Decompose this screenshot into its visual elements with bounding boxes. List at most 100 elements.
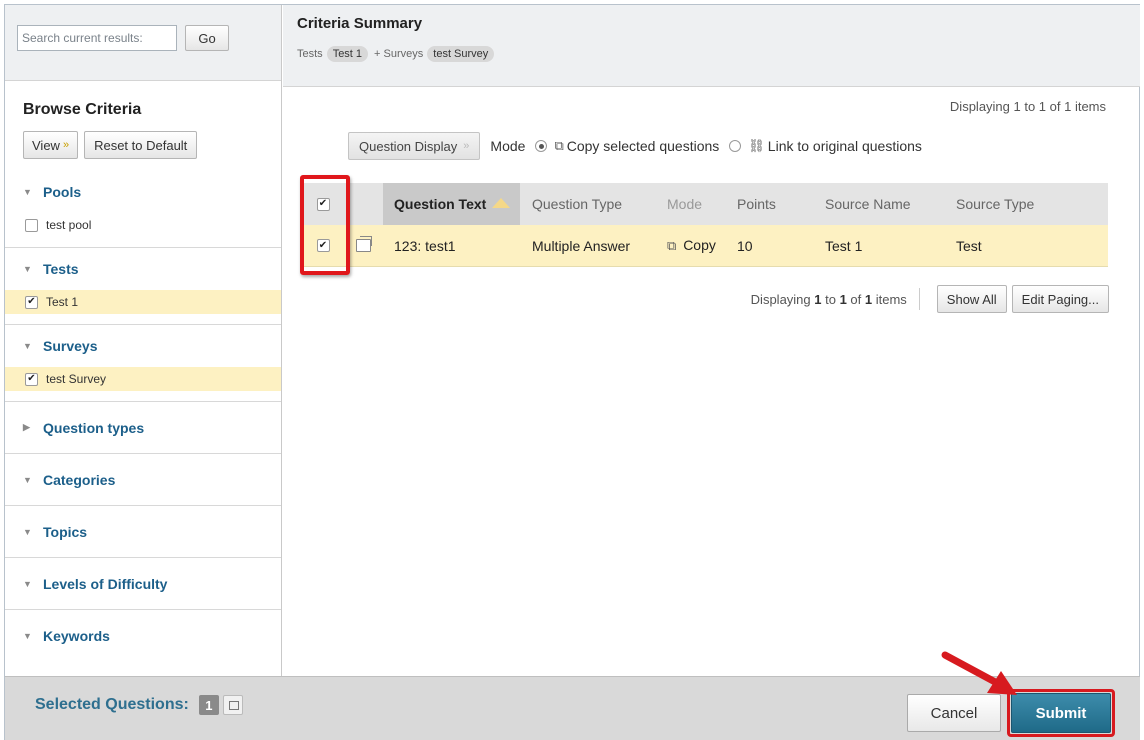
criteria-tags: Tests Test 1 + Surveys test Survey	[297, 46, 1140, 62]
section-toggle-tests[interactable]: ▼ Tests	[5, 248, 281, 290]
copy-mode-radio[interactable]	[535, 140, 548, 152]
paging-to-word: to	[821, 291, 840, 307]
surveys-prefix: + Surveys	[374, 48, 424, 60]
checkbox-checked[interactable]: ✔	[25, 295, 38, 309]
reset-to-default-button[interactable]: Reset to Default	[84, 131, 198, 159]
section-toggle-keywords[interactable]: ▼ Keywords	[5, 610, 281, 661]
sort-ascending-icon	[492, 198, 511, 208]
copy-option-label[interactable]: Copy selected questions	[567, 138, 720, 154]
section-surveys: ▼ Surveys ✔ test Survey	[5, 325, 281, 402]
section-label: Pools	[43, 184, 82, 200]
selected-questions: Selected Questions: 1	[35, 695, 243, 715]
section-label: Categories	[43, 471, 116, 488]
copy-icon: ⧉	[667, 238, 677, 253]
paging-of-word: of	[846, 291, 865, 307]
section-topics: ▼ Topics	[5, 506, 281, 558]
chevron-down-icon: »	[62, 139, 70, 151]
cell-source-name: Test 1	[825, 237, 863, 254]
tests-tag[interactable]: Test 1	[326, 46, 369, 62]
tests-prefix: Tests	[297, 48, 323, 60]
expanded-triangle-icon: ▼	[23, 578, 32, 589]
section-label: Tests	[43, 261, 79, 277]
section-question-types: ▶ Question types	[5, 402, 281, 454]
go-button[interactable]: Go	[185, 25, 229, 51]
criteria-item-test-survey[interactable]: ✔ test Survey	[5, 367, 281, 391]
questions-table: ✔ Question Text Question Type Mode Point…	[303, 183, 1108, 267]
mode-label: Mode	[490, 138, 526, 154]
checkbox[interactable]	[25, 218, 38, 232]
section-tests: ▼ Tests ✔ Test 1	[5, 248, 281, 325]
column-header-source-name[interactable]: Source Name	[817, 196, 954, 212]
selection-footer: Selected Questions: 1 Cancel Submit	[5, 676, 1140, 740]
select-all-cell: ✔	[303, 197, 343, 211]
paging-bar: Displaying 1 to 1 of 1 items Show All Ed…	[751, 285, 1109, 313]
copy-icon: ⧉	[554, 138, 564, 153]
link-option-label[interactable]: Link to original questions	[768, 138, 922, 154]
row-context-cell	[343, 236, 383, 252]
question-browser-window: Go Browse Criteria View » Reset to Defau…	[4, 4, 1140, 740]
paging-from: 1	[814, 291, 822, 307]
criteria-item-test-1[interactable]: ✔ Test 1	[5, 290, 281, 314]
criteria-summary-title: Criteria Summary	[297, 15, 423, 32]
section-keywords: ▼ Keywords	[5, 610, 281, 661]
cell-question-text[interactable]: 123: test1	[383, 225, 520, 266]
section-toggle-topics[interactable]: ▼ Topics	[5, 506, 281, 557]
section-categories: ▼ Categories	[5, 454, 281, 506]
displaying-count-top: Displaying 1 to 1 of 1 items	[949, 99, 1106, 114]
column-header-source-type[interactable]: Source Type	[954, 196, 1084, 212]
column-header-points[interactable]: Points	[737, 196, 817, 212]
view-row: View » Reset to Default	[5, 131, 281, 171]
expanded-triangle-icon: ▼	[23, 474, 32, 485]
paging-prefix: Displaying	[750, 291, 815, 307]
paging-to: 1	[839, 291, 847, 307]
show-all-button[interactable]: Show All	[936, 285, 1007, 313]
criteria-item-label: test pool	[46, 218, 92, 232]
section-label: Surveys	[43, 338, 98, 354]
column-header-question-type[interactable]: Question Type	[520, 196, 657, 212]
view-label: View	[32, 137, 60, 153]
browse-criteria-title: Browse Criteria	[23, 101, 142, 118]
criteria-item-test-pool[interactable]: test pool	[5, 213, 281, 237]
submit-button[interactable]: Submit	[1011, 693, 1111, 733]
section-label: Topics	[43, 523, 88, 540]
chevron-down-icon: »	[463, 140, 470, 152]
section-toggle-levels-of-difficulty[interactable]: ▼ Levels of Difficulty	[5, 558, 281, 609]
criteria-summary: Criteria Summary Tests Test 1 + Surveys …	[283, 5, 1140, 87]
checkbox-checked[interactable]: ✔	[25, 372, 38, 386]
cell-mode-label: Copy	[683, 237, 716, 253]
surveys-tag[interactable]: test Survey	[427, 46, 495, 62]
cell-mode: ⧉ Copy	[657, 237, 737, 254]
table-header: ✔ Question Text Question Type Mode Point…	[303, 183, 1108, 225]
section-label: Keywords	[43, 627, 110, 644]
section-toggle-categories[interactable]: ▼ Categories	[5, 454, 281, 505]
edit-paging-button[interactable]: Edit Paging...	[1011, 285, 1109, 313]
criteria-item-label: Test 1	[46, 295, 79, 309]
select-all-checkbox[interactable]: ✔	[316, 197, 330, 211]
search-bar: Go	[5, 5, 281, 81]
column-header-question-text[interactable]: Question Text	[383, 183, 520, 225]
view-button[interactable]: View »	[23, 131, 79, 159]
cell-points: 10	[737, 237, 753, 254]
expanded-triangle-icon: ▼	[23, 630, 32, 641]
question-display-button[interactable]: Question Display »	[348, 132, 481, 160]
expand-selection-icon[interactable]	[222, 695, 243, 715]
section-label: Levels of Difficulty	[43, 575, 168, 592]
section-toggle-pools[interactable]: ▼ Pools	[5, 171, 281, 213]
link-mode-radio[interactable]	[729, 140, 742, 152]
section-toggle-question-types[interactable]: ▶ Question types	[5, 402, 281, 453]
preview-window-icon[interactable]	[355, 236, 372, 252]
cancel-button[interactable]: Cancel	[907, 694, 1001, 732]
link-icon: ⛓	[748, 138, 765, 153]
table-row[interactable]: ✔ 123: test1 Multiple Answer ⧉ Copy 10 T…	[303, 225, 1108, 267]
paging-divider	[918, 288, 920, 310]
search-input[interactable]	[17, 25, 177, 51]
column-header-mode: Mode	[667, 196, 703, 212]
row-checkbox[interactable]: ✔	[316, 239, 330, 252]
section-levels-of-difficulty: ▼ Levels of Difficulty	[5, 558, 281, 610]
expanded-triangle-icon: ▼	[23, 341, 32, 351]
section-pools: ▼ Pools test pool	[5, 171, 281, 248]
section-toggle-surveys[interactable]: ▼ Surveys	[5, 325, 281, 367]
paging-text: Displaying 1 to 1 of 1 items	[751, 292, 907, 307]
row-select-cell: ✔	[303, 239, 343, 252]
paging-suffix: items	[872, 291, 907, 307]
